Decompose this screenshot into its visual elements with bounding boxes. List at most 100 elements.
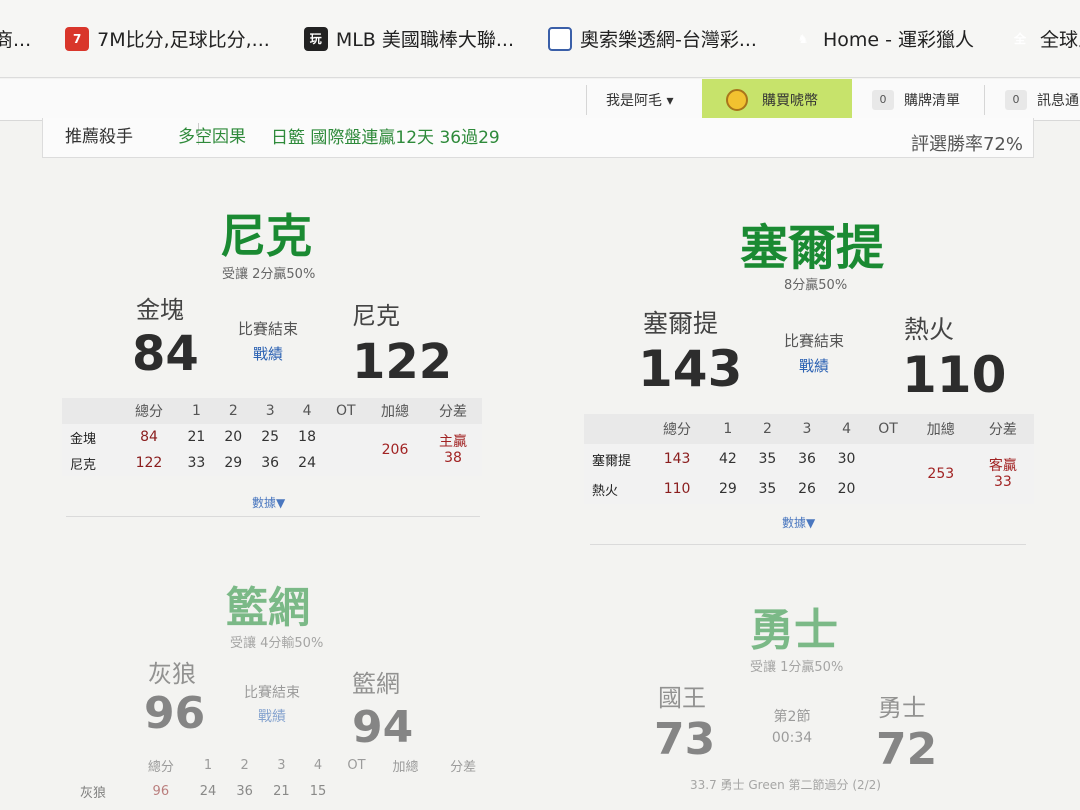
messages-label: 訊息通 xyxy=(1037,93,1079,109)
team-cell: 灰狼 xyxy=(80,785,107,801)
ot-cell xyxy=(336,778,376,804)
bookmark-label: Home - 運彩獵人 xyxy=(822,29,975,51)
home-team-score: 122 xyxy=(352,334,453,390)
user-menu[interactable]: 我是阿毛 ▾ xyxy=(606,79,673,121)
col-header: 4 xyxy=(313,757,323,773)
diff-label: 客贏 xyxy=(988,458,1017,474)
col-header: 總分 xyxy=(147,759,174,775)
total-cell: 84 xyxy=(140,429,158,445)
quarter-cell: 21 xyxy=(187,429,206,445)
table-row: 金塊 84 21 20 25 18 206 主贏 38 xyxy=(62,424,482,466)
user-bar: 我是阿毛 ▾ 購買唬幣 0 購牌清單 0 訊息通 xyxy=(0,79,1080,121)
quarter-cell: 15 xyxy=(309,783,327,799)
quarter-cell: 21 xyxy=(273,783,290,799)
diff-value: 38 xyxy=(444,450,462,466)
total-cell: 122 xyxy=(135,455,163,471)
away-team-name: 國王 xyxy=(658,684,706,712)
user-name: 我是阿毛 ▾ xyxy=(606,93,674,109)
more-stats-toggle[interactable]: 數據▼ xyxy=(782,514,815,531)
winner-team: 勇士 xyxy=(750,605,838,656)
sum-cell: 253 xyxy=(927,466,955,482)
table-header-row: 總分 1 2 3 4 OT 加總 分差 xyxy=(72,752,492,778)
away-team-score: 96 xyxy=(144,688,206,739)
away-team-score: 143 xyxy=(638,340,743,398)
ot-cell xyxy=(326,450,367,476)
game-status: 比賽結束 戰績 xyxy=(232,318,304,364)
quarter-cell: 18 xyxy=(298,429,316,445)
quarter-cell: 42 xyxy=(718,451,737,467)
team-cell: 尼克 xyxy=(70,457,97,473)
messages-button[interactable]: 0 訊息通 xyxy=(1005,79,1079,121)
away-team-score: 73 xyxy=(654,714,716,765)
buy-coins-label: 購買唬幣 xyxy=(762,93,818,109)
record-link[interactable]: 戰績 xyxy=(776,355,852,376)
winner-team: 塞爾提 xyxy=(740,220,885,276)
col-header: 3 xyxy=(277,757,286,773)
home-team-score: 110 xyxy=(902,346,1007,404)
table-row: 灰狼 96 24 36 21 15 xyxy=(72,778,492,804)
home-team-score: 94 xyxy=(352,702,414,753)
col-header: 2 xyxy=(240,757,249,773)
home-team-name: 勇士 xyxy=(878,694,926,722)
col-header: 總分 xyxy=(134,404,163,420)
ao-logo-icon: ◔ xyxy=(547,26,572,51)
team-cell: 金塊 xyxy=(70,431,97,447)
bookmark-label: MLB 美國職棒大聯... xyxy=(335,29,514,51)
quarter-cell: 33 xyxy=(187,455,206,471)
record-link[interactable]: 戰績 xyxy=(236,706,308,726)
col-header: OT xyxy=(335,403,356,419)
col-header: 1 xyxy=(203,757,213,773)
cart-button[interactable]: 0 購牌清單 xyxy=(872,79,960,121)
col-header: 加總 xyxy=(381,404,409,420)
divider xyxy=(590,544,1026,545)
quarter-cell: 30 xyxy=(837,451,856,467)
diff-label: 主贏 xyxy=(438,434,467,450)
bookmark-label: 奧索樂透網-台灣彩... xyxy=(579,29,757,51)
record-link[interactable]: 戰績 xyxy=(232,343,304,364)
quarter-cell: 20 xyxy=(837,481,856,497)
bookmark-store[interactable]: 商... xyxy=(0,25,31,52)
bookmark-global[interactable]: 全 全球即時 xyxy=(1008,25,1080,52)
away-team-name: 灰狼 xyxy=(148,660,196,688)
bookmark-hunter[interactable]: ♞ Home - 運彩獵人 xyxy=(791,25,974,52)
divider xyxy=(66,516,480,517)
bookmark-mlb[interactable]: 玩 MLB 美國職棒大聯... xyxy=(303,25,514,52)
handicap-result: 受讓 2分贏50% xyxy=(222,267,316,282)
game-status: 比賽結束 戰績 xyxy=(776,330,852,376)
status-text: 比賽結束 xyxy=(244,685,300,701)
quarter-cell: 36 xyxy=(798,451,816,467)
quarter-cell: 35 xyxy=(758,451,777,467)
globe-logo-icon: 全 xyxy=(1014,32,1027,46)
col-header: OT xyxy=(878,421,898,437)
quarter-cell: 29 xyxy=(224,455,243,471)
bookmark-ao[interactable]: ◔ 奧索樂透網-台灣彩... xyxy=(547,25,757,52)
quarter-cell: 20 xyxy=(224,429,243,445)
col-header: 2 xyxy=(228,403,238,419)
buy-coins-button[interactable]: 購買唬幣 xyxy=(702,79,852,121)
bookmark-7m[interactable]: 7 7M比分,足球比分,... xyxy=(65,25,270,52)
game-clock: 00:34 xyxy=(771,730,813,746)
bookmark-label: 全球即時 xyxy=(1040,29,1080,51)
home-team-name: 熱火 xyxy=(904,315,955,344)
away-team-score: 84 xyxy=(132,326,199,382)
away-team-name: 金塊 xyxy=(136,296,184,324)
team-cell: 熱火 xyxy=(592,483,619,499)
status-text: 第2節 xyxy=(773,709,811,725)
game-status: 第2節 00:34 xyxy=(760,706,824,746)
col-header: 分差 xyxy=(988,422,1017,438)
table-header-row: 總分 1 2 3 4 OT 加總 分差 xyxy=(62,398,482,424)
sum-cell: 206 xyxy=(381,442,409,458)
recommend-author-link[interactable]: 多空因果 xyxy=(178,122,246,147)
team-cell: 塞爾提 xyxy=(592,453,632,469)
mlb-logo-icon: 玩 xyxy=(303,26,328,51)
quarter-cell: 36 xyxy=(236,783,253,799)
bookmarks-bar: 商... 7 7M比分,足球比分,... 玩 MLB 美國職棒大聯... ◔ 奧… xyxy=(0,0,1080,78)
recommend-pick-link[interactable]: 日籃 國際盤連贏12天 36過29 xyxy=(271,123,500,148)
col-header: OT xyxy=(347,757,366,773)
more-stats-toggle[interactable]: 數據▼ xyxy=(252,494,285,511)
bookmark-label: 7M比分,足球比分,... xyxy=(97,29,270,51)
score-table: 總分 1 2 3 4 OT 加總 分差 灰狼 96 24 36 21 15 xyxy=(72,752,492,804)
divider xyxy=(586,85,587,115)
recommend-bar: 推薦殺手 多空因果 日籃 國際盤連贏12天 36過29 評選勝率72% xyxy=(42,118,1034,158)
handicap-result: 8分贏50% xyxy=(784,278,848,293)
